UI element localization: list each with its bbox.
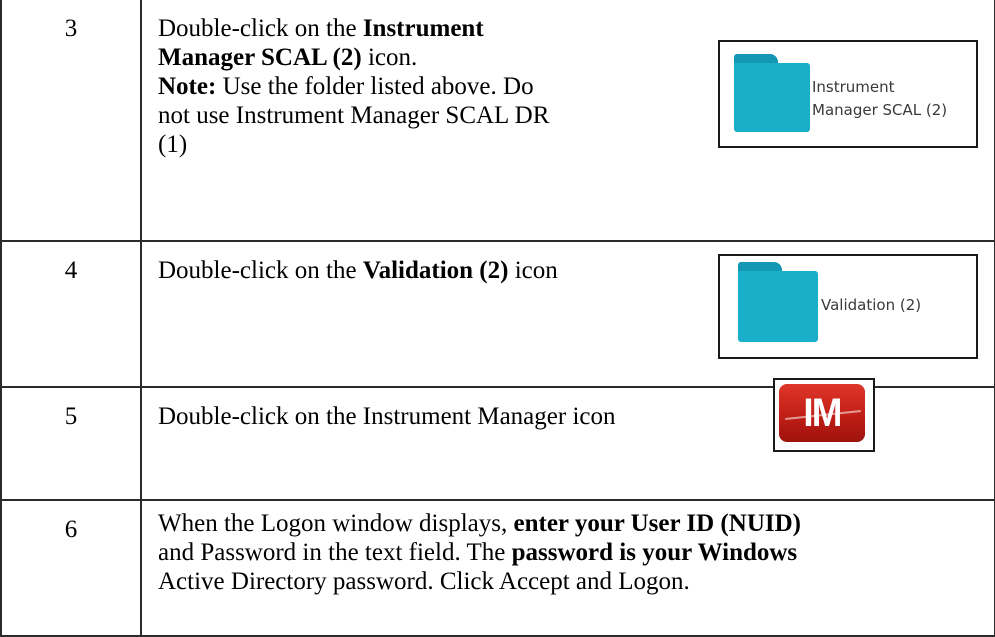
im-icon-letters: IM	[803, 391, 842, 435]
step-number-cell: 3	[0, 0, 142, 242]
note-text: Use the folder listed above. Do	[216, 73, 534, 100]
step-number: 4	[64, 257, 78, 284]
folder-caption: Validation (2)	[821, 296, 922, 314]
step-number-cell: 4	[0, 240, 142, 388]
instruction-text: Double-click on the Instrument Manager i…	[158, 403, 616, 430]
instruction-bold: enter your User ID (NUID)	[513, 510, 801, 537]
step-number: 3	[64, 15, 78, 42]
procedure-document: 3 Double-click on the Instrument Manager…	[0, 0, 995, 637]
note-text: not use Instrument Manager SCAL DR	[158, 102, 550, 129]
folder-icon	[734, 54, 810, 132]
instruction-text: and Password in the text field. The	[158, 539, 512, 566]
step-text: Double-click on the Validation (2) icon	[158, 256, 558, 285]
im-icon-tile: IM	[779, 384, 865, 442]
step-number-cell: 5	[0, 386, 142, 501]
instruction-text: icon	[508, 257, 558, 284]
step-body-cell: When the Logon window displays, enter yo…	[140, 499, 995, 637]
instruction-bold: Instrument	[362, 15, 484, 42]
step-text: Double-click on the Instrument Manager S…	[158, 14, 549, 159]
step-row-6: 6 When the Logon window displays, enter …	[0, 499, 995, 637]
folder-front	[734, 63, 810, 132]
step-number-cell: 6	[0, 499, 142, 637]
instruction-bold: Validation (2)	[362, 257, 509, 284]
step-number: 6	[64, 516, 78, 543]
instrument-manager-folder-screenshot: Instrument Manager SCAL (2)	[718, 40, 978, 148]
validation-folder-screenshot: Validation (2)	[718, 254, 978, 359]
instruction-text: icon.	[361, 44, 418, 71]
instruction-text: Double-click on the	[158, 15, 363, 42]
folder-caption-line: Instrument	[812, 78, 895, 96]
folder-caption-line: Manager SCAL (2)	[812, 101, 948, 119]
folder-icon	[738, 262, 818, 342]
step-text: Double-click on the Instrument Manager i…	[158, 402, 616, 431]
instruction-text: Double-click on the	[158, 257, 363, 284]
instruction-text: When the Logon window displays,	[158, 510, 514, 537]
folder-front	[738, 271, 818, 342]
note-text: (1)	[158, 131, 188, 158]
note-label: Note:	[158, 73, 217, 100]
folder-caption: Instrument Manager SCAL (2)	[812, 76, 947, 122]
instrument-manager-app-icon: IM	[773, 378, 875, 452]
step-number: 5	[64, 403, 78, 430]
instruction-bold: Manager SCAL (2)	[158, 44, 362, 71]
instruction-bold: password is your Windows	[511, 539, 798, 566]
step-text: When the Logon window displays, enter yo…	[158, 509, 801, 596]
